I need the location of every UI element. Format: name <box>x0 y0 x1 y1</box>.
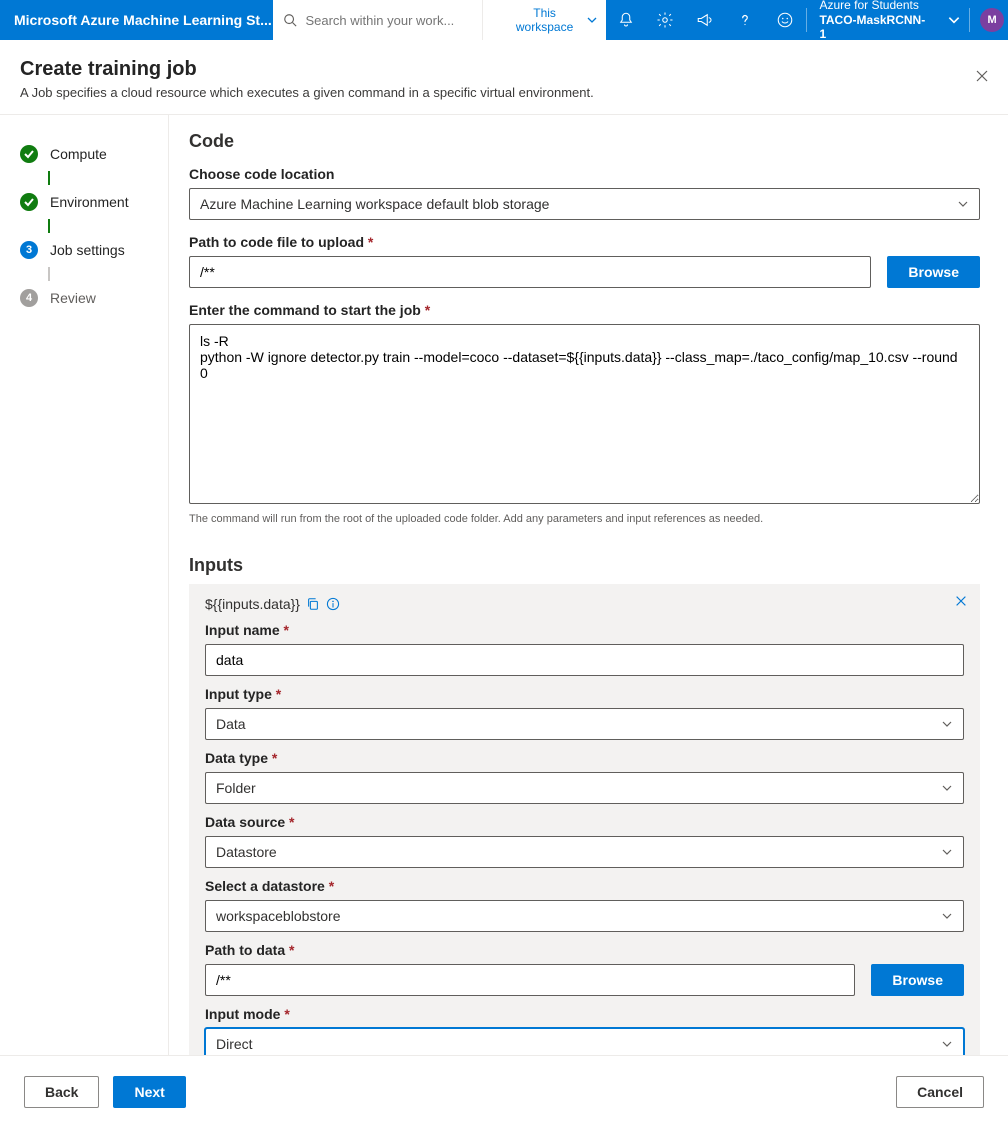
workspace-name: TACO-MaskRCNN-1 <box>819 13 931 42</box>
command-label: Enter the command to start the job <box>189 302 980 318</box>
search-icon <box>283 13 297 27</box>
step-label: Job settings <box>50 242 125 258</box>
select-value: Datastore <box>216 844 277 860</box>
input-type-select[interactable]: Data <box>205 708 964 740</box>
check-icon <box>20 193 38 211</box>
step-environment[interactable]: Environment <box>20 185 168 219</box>
scope-line-1: This <box>533 6 556 20</box>
browse-data-button[interactable]: Browse <box>871 964 964 996</box>
input-name-field[interactable] <box>216 652 953 668</box>
select-value: Direct <box>216 1036 253 1052</box>
brand-title: Microsoft Azure Machine Learning St... <box>0 0 273 40</box>
path-to-data-label: Path to data <box>205 942 964 958</box>
data-type-label: Data type <box>205 750 964 766</box>
data-type-select[interactable]: Folder <box>205 772 964 804</box>
check-icon <box>20 145 38 163</box>
page-subtitle: A Job specifies a cloud resource which e… <box>20 85 988 100</box>
step-job-settings[interactable]: 3 Job settings <box>20 233 168 267</box>
input-definition-card: ${{inputs.data}} Input name Input type D… <box>189 584 980 1055</box>
search-input[interactable] <box>305 13 472 28</box>
section-inputs-title: Inputs <box>189 555 980 576</box>
chevron-down-icon <box>941 718 953 730</box>
wizard-steps-sidebar: Compute Environment 3 Job settings 4 Rev… <box>0 115 168 1055</box>
chevron-down-icon <box>957 198 969 210</box>
user-avatar[interactable]: M <box>980 8 1004 32</box>
page-title: Create training job <box>20 58 988 81</box>
remove-input-button[interactable] <box>954 594 968 608</box>
command-helper-text: The command will run from the root of th… <box>189 513 980 525</box>
step-number-badge: 4 <box>20 289 38 307</box>
select-value: Azure Machine Learning workspace default… <box>200 196 549 212</box>
chevron-down-icon <box>941 910 953 922</box>
notifications-button[interactable] <box>606 0 646 40</box>
search-scope-selector[interactable]: This workspace <box>482 0 605 40</box>
topbar-divider-2 <box>969 8 970 32</box>
input-mode-label: Input mode <box>205 1006 964 1022</box>
announcements-button[interactable] <box>685 0 725 40</box>
code-location-select[interactable]: Azure Machine Learning workspace default… <box>189 188 980 220</box>
copy-icon[interactable] <box>306 597 320 611</box>
data-source-label: Data source <box>205 814 964 830</box>
info-icon[interactable] <box>326 597 340 611</box>
data-source-select[interactable]: Datastore <box>205 836 964 868</box>
settings-button[interactable] <box>645 0 685 40</box>
select-value: Folder <box>216 780 256 796</box>
command-textarea[interactable] <box>189 324 980 504</box>
input-name-label: Input name <box>205 622 964 638</box>
feedback-button[interactable] <box>765 0 805 40</box>
datastore-select[interactable]: workspaceblobstore <box>205 900 964 932</box>
account-switcher[interactable]: Azure for Students TACO-MaskRCNN-1 <box>809 0 941 40</box>
topbar-divider <box>806 8 807 32</box>
code-location-label: Choose code location <box>189 166 980 182</box>
path-to-data-field[interactable] <box>216 972 844 988</box>
code-path-label: Path to code file to upload <box>189 234 980 250</box>
input-type-label: Input type <box>205 686 964 702</box>
help-button[interactable] <box>725 0 765 40</box>
account-chevron[interactable] <box>941 0 967 40</box>
main-content: Code Choose code location Azure Machine … <box>168 115 1008 1055</box>
step-label: Review <box>50 290 96 306</box>
datastore-label: Select a datastore <box>205 878 964 894</box>
step-compute[interactable]: Compute <box>20 137 168 171</box>
wizard-footer: Back Next Cancel <box>0 1055 1008 1127</box>
select-value: workspaceblobstore <box>216 908 341 924</box>
code-path-input-wrapper <box>189 256 871 288</box>
global-search[interactable] <box>273 0 482 40</box>
step-label: Compute <box>50 146 107 162</box>
step-label: Environment <box>50 194 129 210</box>
input-reference-text: ${{inputs.data}} <box>205 596 300 612</box>
section-code-title: Code <box>189 131 980 152</box>
subscription-name: Azure for Students <box>819 0 931 13</box>
select-value: Data <box>216 716 246 732</box>
path-to-data-wrapper <box>205 964 855 996</box>
cancel-button[interactable]: Cancel <box>896 1076 984 1108</box>
step-connector <box>48 267 50 281</box>
global-topbar: Microsoft Azure Machine Learning St... T… <box>0 0 1008 40</box>
step-connector <box>48 171 50 185</box>
chevron-down-icon <box>586 14 598 26</box>
page-header: Create training job A Job specifies a cl… <box>0 40 1008 115</box>
step-connector <box>48 219 50 233</box>
chevron-down-icon <box>941 846 953 858</box>
input-mode-select[interactable]: Direct <box>205 1028 964 1055</box>
code-path-input[interactable] <box>200 264 860 280</box>
close-panel-button[interactable] <box>974 68 990 84</box>
step-review[interactable]: 4 Review <box>20 281 168 315</box>
chevron-down-icon <box>941 782 953 794</box>
next-button[interactable]: Next <box>113 1076 185 1108</box>
input-name-wrapper <box>205 644 964 676</box>
back-button[interactable]: Back <box>24 1076 99 1108</box>
chevron-down-icon <box>941 1038 953 1050</box>
step-number-badge: 3 <box>20 241 38 259</box>
scope-line-2: workspace <box>516 20 573 34</box>
browse-code-button[interactable]: Browse <box>887 256 980 288</box>
